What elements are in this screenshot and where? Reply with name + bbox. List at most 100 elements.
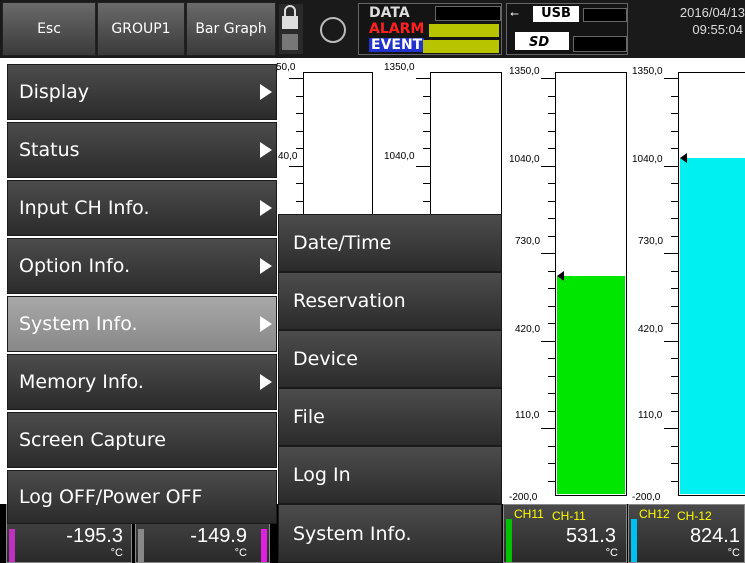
scale-tick <box>671 393 678 394</box>
menu-item-label: Status <box>19 139 80 161</box>
scale-tick <box>671 480 678 482</box>
channel-color-strip <box>138 529 144 562</box>
channel-value: -195.3 <box>66 525 123 547</box>
scale-label: 1350,0 <box>509 66 540 77</box>
menu-item-label: Log OFF/Power OFF <box>19 486 203 508</box>
scale-tick <box>671 358 678 359</box>
channel-unit: °C <box>727 547 740 559</box>
channel-value: 531.3 <box>565 525 616 547</box>
scale-tick <box>423 130 430 132</box>
scale-tick <box>664 165 678 167</box>
scale-tick <box>671 235 678 237</box>
scale-label: -200,0 <box>509 492 538 503</box>
scale-tick <box>671 270 678 272</box>
submenu-arrow-icon <box>260 84 272 100</box>
scale-tick <box>671 375 678 377</box>
submenu-item-device[interactable]: Device <box>278 330 502 388</box>
usb-label: USB <box>533 6 579 22</box>
scale-tick <box>664 340 678 342</box>
scale-tick <box>296 130 303 132</box>
scale-tick <box>664 253 678 254</box>
scale-tick <box>541 165 555 167</box>
scale-tick <box>671 288 678 289</box>
scale-tick <box>671 463 678 464</box>
channel-id: CH12 <box>639 507 670 521</box>
channel-color-strip <box>9 529 15 562</box>
sd-meter <box>573 36 627 52</box>
event-label: EVENT <box>369 37 425 53</box>
usb-icon: ⭠ <box>510 7 519 20</box>
channel-tile-ch12[interactable]: CH12 CH-12 824.1 °C <box>628 504 745 563</box>
scale-tick <box>548 463 555 464</box>
menu-item-status[interactable]: Status <box>7 122 277 178</box>
scale-tick <box>548 375 555 377</box>
scale-tick <box>423 95 430 97</box>
scale-tick <box>548 480 555 482</box>
svg-text:SD: SD <box>529 35 549 50</box>
date-text: 2016/04/13 <box>679 5 745 20</box>
menu-item-log-off-power-off[interactable]: Log OFF/Power OFF <box>7 470 277 524</box>
data-alarm-event-indicator: DATA ALARM EVENT <box>358 3 502 55</box>
submenu-arrow-icon <box>260 200 272 216</box>
scale-tick <box>296 95 303 97</box>
menu-item-label: Option Info. <box>19 255 131 277</box>
channel-color-strip <box>631 519 637 562</box>
record-status-icon <box>316 8 350 52</box>
submenu-item-log-in[interactable]: Log In <box>278 446 502 504</box>
scale-label: 730,0 <box>638 236 664 247</box>
scale-tick <box>548 358 555 359</box>
scale-label: 1350,0 <box>384 62 415 73</box>
bar-ch12-marker <box>680 153 687 163</box>
scale-tick <box>423 113 430 114</box>
scale-tick <box>289 78 303 79</box>
scale-tick <box>541 340 555 342</box>
group-button[interactable]: GROUP1 <box>97 2 185 56</box>
scale-tick <box>548 323 555 324</box>
scale-tick <box>541 253 555 254</box>
scale-tick <box>548 305 555 307</box>
menu-item-label: Input CH Info. <box>19 197 150 219</box>
menu-item-system-info[interactable]: System Info. <box>7 296 277 352</box>
channel-unit: °C <box>605 547 618 559</box>
event-meter <box>423 40 499 53</box>
lock-icon[interactable] <box>279 4 303 54</box>
scale-tick <box>671 323 678 324</box>
scale-label: 1350,0 <box>632 66 663 77</box>
scale-label: 420,0 <box>638 324 664 335</box>
menu-item-input-ch-info[interactable]: Input CH Info. <box>7 180 277 236</box>
submenu-item-label: Log In <box>293 464 351 486</box>
submenu-item-date-time[interactable]: Date/Time <box>278 214 502 272</box>
alarm-label: ALARM <box>369 21 425 37</box>
scale-label: 420,0 <box>515 324 541 335</box>
scale-tick <box>541 78 555 79</box>
menu-item-option-info[interactable]: Option Info. <box>7 238 277 294</box>
scale-tick <box>671 113 678 114</box>
scale-tick <box>671 130 678 132</box>
channel-tile-ch11[interactable]: CH11 CH-11 531.3 °C <box>503 504 627 563</box>
submenu-item-label: Reservation <box>293 290 406 312</box>
scale-tick <box>548 410 555 412</box>
submenu-item-system-info[interactable]: System Info. <box>278 504 502 563</box>
submenu-arrow-icon <box>260 316 272 332</box>
submenu-item-label: System Info. <box>293 522 412 545</box>
esc-button[interactable]: Esc <box>2 2 96 56</box>
scale-tick <box>671 410 678 412</box>
menu-item-memory-info[interactable]: Memory Info. <box>7 354 277 410</box>
scale-tick <box>548 288 555 289</box>
view-button[interactable]: Bar Graph <box>186 2 276 56</box>
channel-value: -149.9 <box>190 525 247 547</box>
submenu-item-label: Date/Time <box>293 232 392 254</box>
scale-label: 50,0 <box>276 62 296 73</box>
submenu-item-file[interactable]: File <box>278 388 502 446</box>
menu-item-display[interactable]: Display <box>7 64 277 120</box>
scale-tick <box>548 393 555 394</box>
submenu-item-label: Device <box>293 348 358 370</box>
scale-tick <box>548 148 555 149</box>
menu-item-screen-capture[interactable]: Screen Capture <box>7 412 277 468</box>
scale-tick <box>671 95 678 97</box>
submenu-item-reservation[interactable]: Reservation <box>278 272 502 330</box>
scale-tick <box>296 148 303 149</box>
scale-tick <box>416 165 430 167</box>
scale-tick <box>671 200 678 202</box>
alarm-meter <box>429 24 499 37</box>
